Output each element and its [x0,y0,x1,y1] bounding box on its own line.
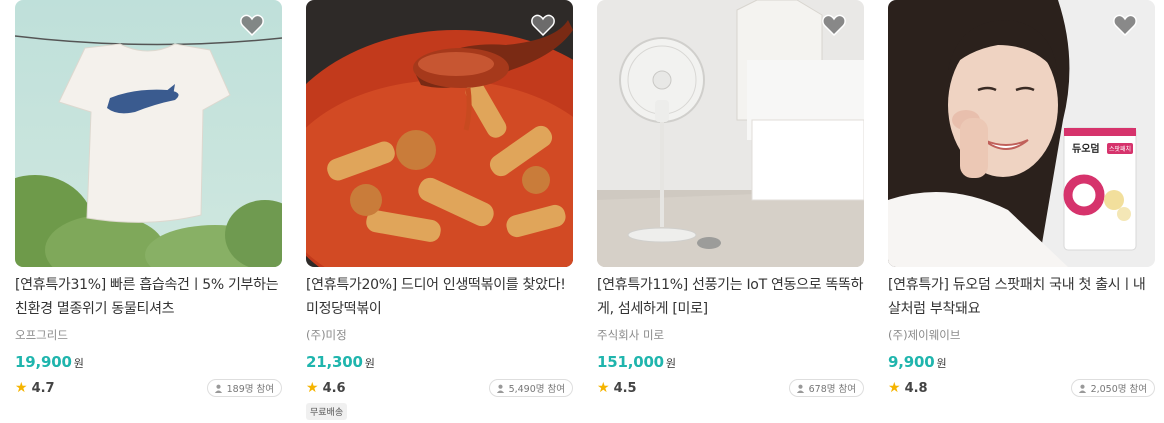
product-card[interactable]: [연휴특가31%] 빠른 흡습속건ㅣ5% 기부하는 친환경 멸종위기 동물티셔츠… [15,0,282,397]
price-row: 9,900 원 [888,353,1155,373]
product-title[interactable]: [연휴특가] 듀오덤 스팟패치 국내 첫 출시ㅣ내 살처럼 부착돼요 [888,273,1155,321]
tshirt-image [15,0,282,267]
rating-value: 4.8 [904,380,928,396]
meta-row: ★ 4.5 678명 참여 [597,379,864,397]
star-icon: ★ [15,380,28,396]
rating-value: 4.7 [31,380,55,396]
box-sub-text: 스팟패치 [1109,145,1131,153]
fan-image [597,0,864,267]
meta-row: ★ 4.7 189명 참여 [15,379,282,397]
price-row: 21,300 원 [306,353,573,373]
rating: ★ 4.7 [15,380,55,396]
rating: ★ 4.6 [306,380,346,396]
heart-icon[interactable] [1113,14,1137,36]
person-icon [496,384,504,393]
product-image[interactable]: 듀오덤 스팟패치 [888,0,1155,267]
participants-badge: 189명 참여 [206,379,282,397]
participants-badge: 5,490명 참여 [488,379,573,397]
price: 151,000 [597,353,664,371]
product-card[interactable]: [연휴특가20%] 드디어 인생떡볶이를 찾았다! 미정당떡볶이 (주)미정 2… [306,0,573,420]
rating: ★ 4.8 [888,380,928,396]
product-image[interactable] [306,0,573,267]
star-icon: ★ [306,380,319,396]
free-shipping-badge: 무료배송 [306,403,348,420]
product-card[interactable]: [연휴특가11%] 선풍기는 IoT 연동으로 똑똑하게, 섬세하게 [미로] … [597,0,864,397]
product-image[interactable] [597,0,864,267]
participants-count: 5,490명 참여 [508,384,565,395]
heart-icon[interactable] [531,14,555,36]
product-grid: [연휴특가31%] 빠른 흡습속건ㅣ5% 기부하는 친환경 멸종위기 동물티셔츠… [0,0,1164,423]
product-title[interactable]: [연휴특가11%] 선풍기는 IoT 연동으로 똑똑하게, 섬세하게 [미로] [597,273,864,321]
participants-count: 2,050명 참여 [1090,384,1147,395]
product-title[interactable]: [연휴특가31%] 빠른 흡습속건ㅣ5% 기부하는 친환경 멸종위기 동물티셔츠 [15,273,282,321]
star-icon: ★ [597,380,610,396]
person-icon [1078,384,1086,393]
price-row: 151,000 원 [597,353,864,373]
heart-icon[interactable] [822,14,846,36]
person-icon [214,384,222,393]
maker-name: (주)제이웨이브 [888,328,961,342]
participants-count: 678명 참여 [808,384,856,395]
rating-value: 4.5 [613,380,637,396]
product-image[interactable] [15,0,282,267]
tteokbokki-image [306,0,573,267]
box-brand-text: 듀오덤 [1072,143,1100,155]
rating-value: 4.6 [322,380,346,396]
rating: ★ 4.5 [597,380,637,396]
participants-count: 189명 참여 [226,384,274,395]
participants-badge: 2,050명 참여 [1070,379,1155,397]
star-icon: ★ [888,380,901,396]
price: 21,300 [306,353,363,371]
meta-row: ★ 4.8 2,050명 참여 [888,379,1155,397]
product-title[interactable]: [연휴특가20%] 드디어 인생떡볶이를 찾았다! 미정당떡볶이 [306,273,573,321]
spot-patch-image: 듀오덤 스팟패치 [888,0,1155,267]
price: 9,900 [888,353,935,371]
price: 19,900 [15,353,72,371]
maker-name: (주)미정 [306,328,347,342]
participants-badge: 678명 참여 [788,379,864,397]
currency: 원 [73,357,84,370]
person-icon [796,384,804,393]
maker-name: 주식회사 미로 [597,328,665,342]
meta-row: ★ 4.6 5,490명 참여 [306,379,573,397]
currency: 원 [364,357,375,370]
currency: 원 [665,357,677,370]
price-row: 19,900 원 [15,353,282,373]
product-card[interactable]: 듀오덤 스팟패치 [연휴특가] 듀오덤 스팟패치 국내 첫 출시ㅣ내 살처럼 부… [888,0,1155,397]
maker-name: 오프그리드 [15,328,68,342]
currency: 원 [936,357,947,370]
heart-icon[interactable] [240,14,264,36]
